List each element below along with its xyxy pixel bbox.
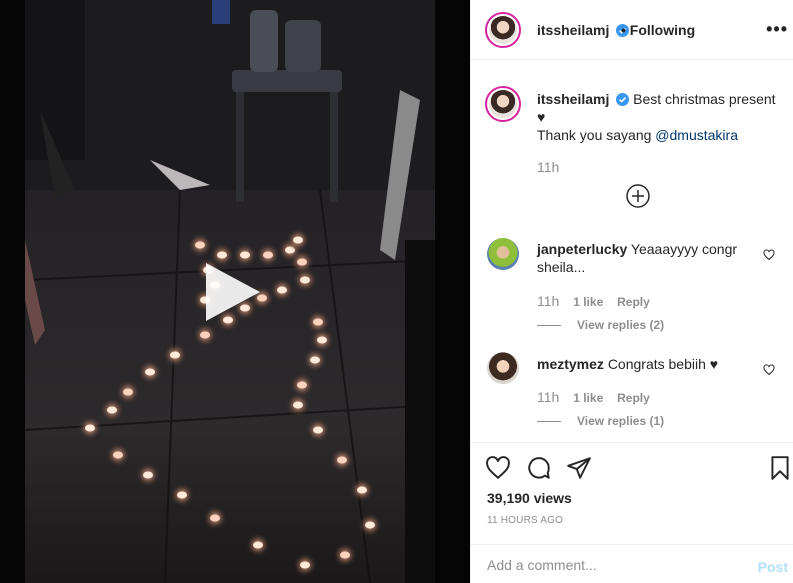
candle: [317, 336, 327, 344]
caption-heart: ♥: [537, 109, 546, 125]
candle: [145, 368, 155, 376]
replies-divider: [537, 324, 561, 326]
view-replies[interactable]: View replies (1): [537, 411, 664, 430]
comment-2: meztymez Congrats bebiih ♥: [537, 355, 747, 373]
replies-divider: [537, 420, 561, 422]
heart-icon[interactable]: [485, 455, 511, 481]
candle: [85, 424, 95, 432]
reply-button[interactable]: Reply: [617, 391, 650, 405]
view-replies-label[interactable]: View replies (1): [577, 414, 664, 428]
candle: [293, 236, 303, 244]
candle: [337, 456, 347, 464]
bookmark-icon[interactable]: [767, 455, 793, 481]
send-icon[interactable]: [566, 455, 592, 481]
post-details-panel: itssheilamj • Following ••• itssheilamj …: [470, 0, 793, 583]
comment-time[interactable]: 11h: [537, 389, 559, 405]
candle: [297, 381, 307, 389]
verified-badge-icon: [616, 93, 630, 106]
video-player[interactable]: [0, 0, 470, 583]
comment-1: janpeterlucky Yeaaayyyy congr sheila...: [537, 240, 747, 276]
candle: [123, 388, 133, 396]
comment-text: Congrats bebiih: [607, 356, 706, 372]
candle: [313, 318, 323, 326]
view-replies[interactable]: View replies (2): [537, 315, 664, 334]
caption-username[interactable]: itssheilamj: [537, 91, 609, 107]
comment-like-icon[interactable]: [763, 249, 775, 261]
post-timestamp[interactable]: 11 HOURS AGO: [487, 515, 563, 526]
caption-thanks: Thank you sayang: [537, 127, 656, 143]
comment-meta: 11h 1 like Reply: [537, 292, 650, 311]
post-comment-button[interactable]: Post: [758, 559, 788, 575]
candle: [253, 541, 263, 549]
comment-input[interactable]: [487, 557, 747, 573]
caption-text: Best christmas present: [633, 91, 776, 107]
caption-timestamp[interactable]: 11h: [537, 158, 559, 176]
candle: [143, 471, 153, 479]
caption-author-avatar[interactable]: [485, 86, 521, 122]
candle: [177, 491, 187, 499]
comment-heart: ♥: [709, 356, 719, 372]
candle: [293, 401, 303, 409]
commenter-avatar[interactable]: [487, 352, 519, 384]
candle: [357, 486, 367, 494]
comment-likes[interactable]: 1 like: [573, 391, 603, 405]
author-username[interactable]: itssheilamj: [537, 22, 609, 38]
view-replies-label[interactable]: View replies (2): [577, 318, 664, 332]
follow-status[interactable]: • Following: [621, 22, 695, 38]
candle: [313, 426, 323, 434]
candle: [107, 406, 117, 414]
reply-button[interactable]: Reply: [617, 295, 650, 309]
comment-box: Post: [471, 544, 793, 583]
caption: itssheilamj Best christmas present ♥ Tha…: [537, 90, 777, 144]
candle: [310, 356, 320, 364]
comment-meta: 11h 1 like Reply: [537, 388, 650, 407]
author-avatar[interactable]: [485, 12, 521, 48]
comment-likes[interactable]: 1 like: [573, 295, 603, 309]
play-icon[interactable]: [198, 257, 268, 327]
candle: [200, 331, 210, 339]
more-options-icon[interactable]: •••: [766, 19, 788, 40]
comment-like-icon[interactable]: [763, 364, 775, 376]
candle: [195, 241, 205, 249]
caption-mention[interactable]: @dmustakira: [655, 127, 738, 143]
candle: [297, 258, 307, 266]
candle: [365, 521, 375, 529]
comment-text-cont: sheila...: [537, 259, 586, 275]
candle: [210, 514, 220, 522]
candle: [113, 451, 123, 459]
candle: [300, 561, 310, 569]
candle: [340, 551, 350, 559]
actions-divider: [471, 442, 793, 443]
commenter-avatar[interactable]: [487, 238, 519, 270]
comment-icon[interactable]: [526, 455, 552, 481]
comment-time[interactable]: 11h: [537, 293, 559, 309]
candle: [277, 286, 287, 294]
comment-text: Yeaaayyyy congr: [630, 241, 738, 257]
comment-username[interactable]: janpeterlucky: [537, 241, 627, 257]
comment-username[interactable]: meztymez: [537, 356, 604, 372]
candle: [170, 351, 180, 359]
view-count[interactable]: 39,190 views: [487, 490, 572, 506]
plus-circle-icon[interactable]: [626, 184, 650, 208]
post-header: itssheilamj • Following •••: [471, 0, 793, 60]
candle: [300, 276, 310, 284]
